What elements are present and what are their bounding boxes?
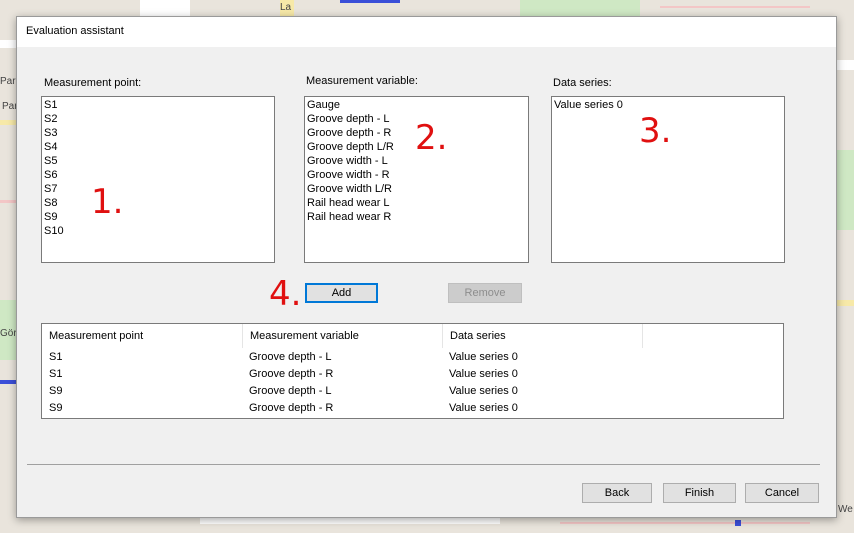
list-item[interactable]: Groove width L/R: [307, 182, 526, 196]
list-item[interactable]: S2: [44, 112, 272, 126]
list-item[interactable]: Value series 0: [554, 98, 782, 112]
remove-button[interactable]: Remove: [448, 283, 522, 303]
measurement-point-label: Measurement point:: [44, 77, 142, 89]
data-series-label: Data series:: [553, 77, 612, 89]
table-cell: Value series 0: [449, 351, 518, 363]
add-button[interactable]: Add: [305, 283, 378, 303]
table-cell: Groove depth - L: [249, 351, 332, 363]
list-item[interactable]: S8: [44, 196, 272, 210]
list-item[interactable]: S5: [44, 154, 272, 168]
annotation-marker-4: 4.: [269, 274, 302, 314]
map-label: Gör: [0, 328, 17, 339]
table-header: Measurement point Measurement variable D…: [42, 324, 783, 348]
table-cell: Groove depth - L: [249, 385, 332, 397]
selection-table[interactable]: Measurement point Measurement variable D…: [41, 323, 784, 419]
annotation-marker-3: 3.: [639, 111, 672, 151]
table-row[interactable]: S9 Groove depth - L Value series 0: [42, 383, 783, 400]
table-cell: Groove depth - R: [249, 402, 334, 414]
list-item[interactable]: Rail head wear L: [307, 196, 526, 210]
list-item[interactable]: S7: [44, 182, 272, 196]
table-cell: Value series 0: [449, 368, 518, 380]
measurement-point-list[interactable]: S1 S2 S3 S4 S5 S6 S7 S8 S9 S10: [41, 96, 275, 263]
annotation-marker-2: 2.: [415, 118, 448, 158]
table-cell: Value series 0: [449, 385, 518, 397]
table-cell: S9: [49, 385, 63, 397]
back-button[interactable]: Back: [582, 483, 652, 503]
table-cell: S1: [49, 368, 63, 380]
annotation-marker-1: 1.: [91, 182, 124, 222]
table-cell: S9: [49, 402, 63, 414]
cancel-button[interactable]: Cancel: [745, 483, 819, 503]
table-row[interactable]: S1 Groove depth - L Value series 0: [42, 349, 783, 366]
finish-button[interactable]: Finish: [663, 483, 736, 503]
list-item[interactable]: S10: [44, 224, 272, 238]
window-title: Evaluation assistant: [26, 25, 124, 37]
column-header-measurement-variable[interactable]: Measurement variable: [243, 324, 443, 348]
measurement-variable-label: Measurement variable:: [306, 75, 418, 87]
list-item[interactable]: Gauge: [307, 98, 526, 112]
table-row[interactable]: S1 Groove depth - R Value series 0: [42, 366, 783, 383]
footer-separator: [27, 464, 820, 465]
list-item[interactable]: S4: [44, 140, 272, 154]
list-item[interactable]: S1: [44, 98, 272, 112]
list-item[interactable]: S9: [44, 210, 272, 224]
table-cell: S1: [49, 351, 63, 363]
map-label: We: [838, 504, 853, 515]
map-label: La: [280, 2, 292, 13]
column-header-data-series[interactable]: Data series: [443, 324, 643, 348]
list-item[interactable]: Rail head wear R: [307, 210, 526, 224]
table-cell: Value series 0: [449, 402, 518, 414]
title-bar[interactable]: Evaluation assistant: [17, 17, 836, 47]
table-cell: Groove depth - R: [249, 368, 334, 380]
list-item[interactable]: S3: [44, 126, 272, 140]
evaluation-assistant-dialog: Evaluation assistant Measurement point: …: [16, 16, 837, 518]
list-item[interactable]: Groove width - R: [307, 168, 526, 182]
column-header-measurement-point[interactable]: Measurement point: [42, 324, 243, 348]
list-item[interactable]: S6: [44, 168, 272, 182]
table-row[interactable]: S9 Groove depth - R Value series 0: [42, 400, 783, 417]
